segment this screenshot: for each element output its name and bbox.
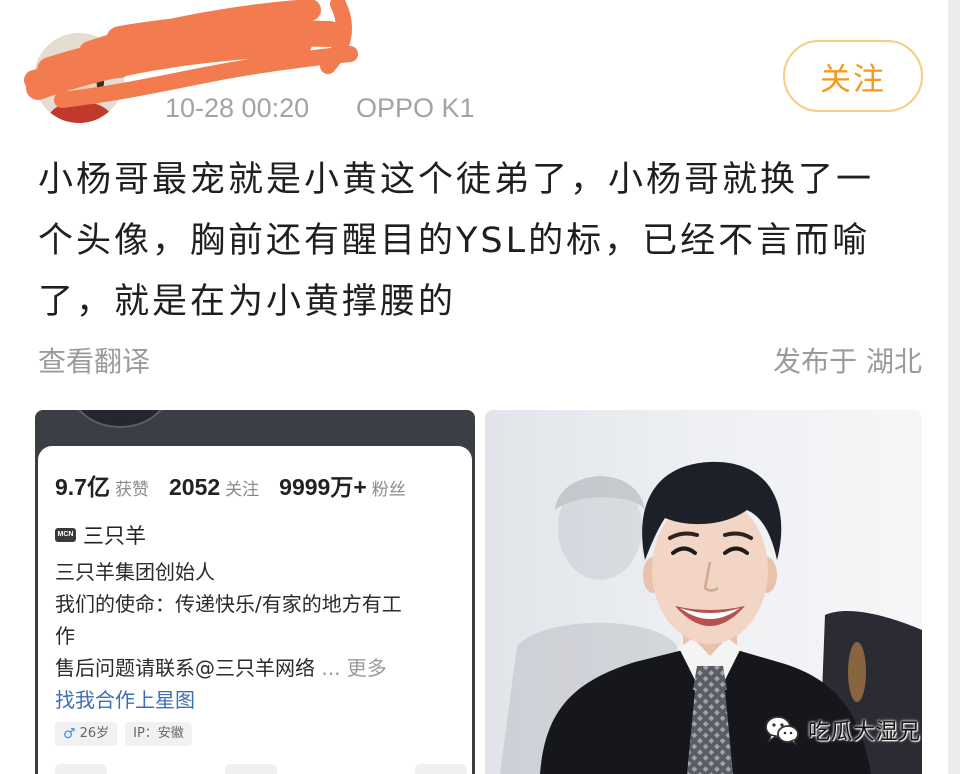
- stat-label: 关注: [225, 480, 260, 500]
- stat-following: 2052 关注: [169, 474, 259, 501]
- bio-line: 作: [55, 624, 75, 648]
- stat-likes: 9.7亿 获赞: [55, 468, 149, 502]
- mcn-name: 三只羊: [83, 524, 146, 548]
- bio-line: 我们的使命：传递快乐/有家的地方有工: [55, 592, 402, 616]
- profile-action-button: [225, 764, 277, 774]
- watermark: 吃瓜大湿兄: [764, 713, 921, 747]
- tag-text: IP：安徽: [133, 726, 184, 741]
- stat-value: 9.7亿: [55, 474, 110, 500]
- follow-button[interactable]: 关注: [783, 40, 923, 112]
- stat-label: 粉丝: [371, 480, 406, 500]
- bio-ellipsis: ...: [321, 656, 341, 680]
- bio-line: 三只羊集团创始人: [55, 560, 215, 584]
- post-content: 小杨哥最宠就是小黄这个徒弟了，小杨哥就换了一 个头像，胸前还有醒目的YSL的标，…: [38, 150, 874, 333]
- post-screen: 10-28 00:20 OPPO K1 关注 小杨哥最宠就是小黄这个徒弟了，小杨…: [0, 0, 960, 774]
- post-content-line: 个头像，胸前还有醒目的YSL的标，已经不言而喻: [38, 221, 871, 261]
- collab-link: 找我合作上星图: [55, 688, 195, 712]
- stat-value: 2052: [168, 474, 221, 500]
- tag-text: 26岁: [79, 726, 110, 741]
- wechat-icon: [765, 716, 799, 745]
- post-timestamp: 10-28 00:20: [165, 93, 310, 123]
- post-content-line: 小杨哥最宠就是小黄这个徒弟了，小杨哥就换了一: [38, 160, 875, 200]
- mcn-row: MCN 三只羊: [55, 521, 146, 549]
- bio-contact-text: 售后问题请联系@三只羊网络: [55, 656, 315, 680]
- male-icon: ♂: [63, 726, 76, 742]
- post-content-line: 了，就是在为小黄撑腰的: [38, 282, 457, 322]
- profile-action-button: [55, 764, 107, 774]
- stat-label: 获赞: [114, 480, 149, 500]
- profile-action-button: [415, 764, 467, 774]
- mcn-badge-icon: MCN: [55, 528, 76, 542]
- stat-value: 9999万+: [279, 474, 367, 500]
- profile-bio: 三只羊集团创始人 我们的使命：传递快乐/有家的地方有工 作 售后问题请联系@三只…: [55, 556, 402, 716]
- avatar-image: [34, 33, 124, 123]
- watermark-text: 吃瓜大湿兄: [808, 720, 921, 745]
- tag-age: ♂ 26岁: [55, 722, 118, 746]
- profile-tags: ♂ 26岁 IP：安徽: [55, 722, 200, 746]
- post-image-profile[interactable]: 9.7亿 获赞 2052 关注 9999万+ 粉丝 MCN 三只羊 三只羊集团创…: [35, 410, 475, 774]
- right-edge-strip: [948, 0, 960, 774]
- post-device: OPPO K1: [356, 93, 475, 123]
- post-location: 发布于 湖北: [773, 345, 922, 378]
- avatar[interactable]: [34, 33, 124, 123]
- bio-contact-line: 售后问题请联系@三只羊网络 ... 更多: [55, 652, 402, 684]
- stat-followers: 9999万+ 粉丝: [279, 468, 406, 502]
- tag-ip: IP：安徽: [125, 722, 192, 746]
- profile-card: 9.7亿 获赞 2052 关注 9999万+ 粉丝 MCN 三只羊 三只羊集团创…: [38, 446, 472, 774]
- translate-link[interactable]: 查看翻译: [38, 346, 150, 378]
- bio-more-link: 更多: [346, 656, 387, 680]
- profile-avatar: [70, 410, 170, 428]
- profile-stats: 9.7亿 获赞 2052 关注 9999万+ 粉丝: [55, 468, 426, 501]
